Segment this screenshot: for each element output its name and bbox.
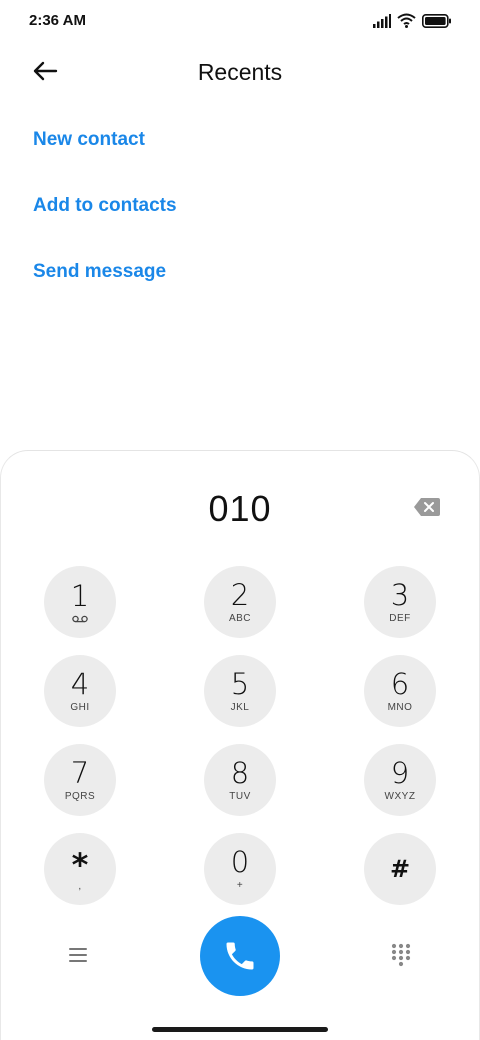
key-letters: , (78, 880, 82, 892)
key-6[interactable]: 6 MNO (364, 655, 436, 727)
page-title: Recents (197, 59, 283, 85)
keypad-icon (391, 943, 411, 967)
key-7[interactable]: 7 PQRS (44, 744, 116, 816)
key-digit: 3 (390, 577, 410, 612)
key-hash[interactable]: # (364, 833, 436, 905)
key-letters: GHI (70, 701, 90, 713)
key-digit: 2 (230, 577, 250, 612)
key-letters: ABC (228, 612, 252, 624)
key-digit: 0 (230, 844, 250, 879)
status-bar: 2:36 AM (0, 0, 480, 44)
key-1[interactable]: 1 (44, 566, 116, 638)
new-contact-link[interactable]: New contact (33, 122, 177, 188)
phone-icon (226, 942, 254, 970)
key-digit: 6 (390, 666, 410, 701)
menu-button[interactable] (66, 943, 90, 967)
add-to-contacts-link[interactable]: Add to contacts (33, 188, 177, 254)
key-digit: * (71, 845, 89, 884)
voicemail-icon (72, 615, 88, 623)
battery-icon (422, 13, 451, 28)
key-digit: 1 (70, 579, 90, 613)
key-digit: 5 (230, 666, 250, 701)
key-3[interactable]: 3 DEF (364, 566, 436, 638)
send-message-link[interactable]: Send message (33, 254, 177, 320)
key-letters: TUV (229, 790, 251, 802)
key-4[interactable]: 4 GHI (44, 655, 116, 727)
status-icons (372, 13, 452, 28)
key-letters: JKL (230, 701, 250, 713)
header: Recents (0, 44, 480, 102)
dialer-bottom-bar (0, 915, 480, 997)
key-digit: 7 (70, 755, 90, 790)
wifi-icon (397, 13, 416, 28)
key-8[interactable]: 8 TUV (204, 744, 276, 816)
backspace-icon (414, 498, 440, 516)
call-button[interactable] (200, 916, 280, 996)
key-9[interactable]: 9 WXYZ (364, 744, 436, 816)
key-5[interactable]: 5 JKL (204, 655, 276, 727)
key-letters: DEF (389, 612, 411, 624)
home-indicator[interactable] (152, 1027, 328, 1032)
key-letters: WXYZ (384, 790, 416, 802)
signal-icon (373, 13, 391, 28)
status-time: 2:36 AM (29, 12, 86, 29)
key-digit: 9 (390, 755, 410, 790)
keypad-toggle-button[interactable] (390, 943, 412, 967)
key-digit: 4 (70, 666, 90, 701)
key-digit: 8 (230, 755, 250, 790)
action-list: New contact Add to contacts Send message (33, 122, 177, 320)
backspace-button[interactable] (413, 497, 441, 519)
key-star[interactable]: * , (44, 833, 116, 905)
menu-icon (69, 948, 87, 962)
key-letters: + (236, 879, 244, 891)
key-2[interactable]: 2 ABC (204, 566, 276, 638)
key-digit: # (389, 855, 411, 883)
key-letters: PQRS (64, 790, 96, 802)
key-letters: MNO (387, 701, 413, 713)
dialed-number: 010 (208, 488, 272, 529)
key-0[interactable]: 0 + (204, 833, 276, 905)
